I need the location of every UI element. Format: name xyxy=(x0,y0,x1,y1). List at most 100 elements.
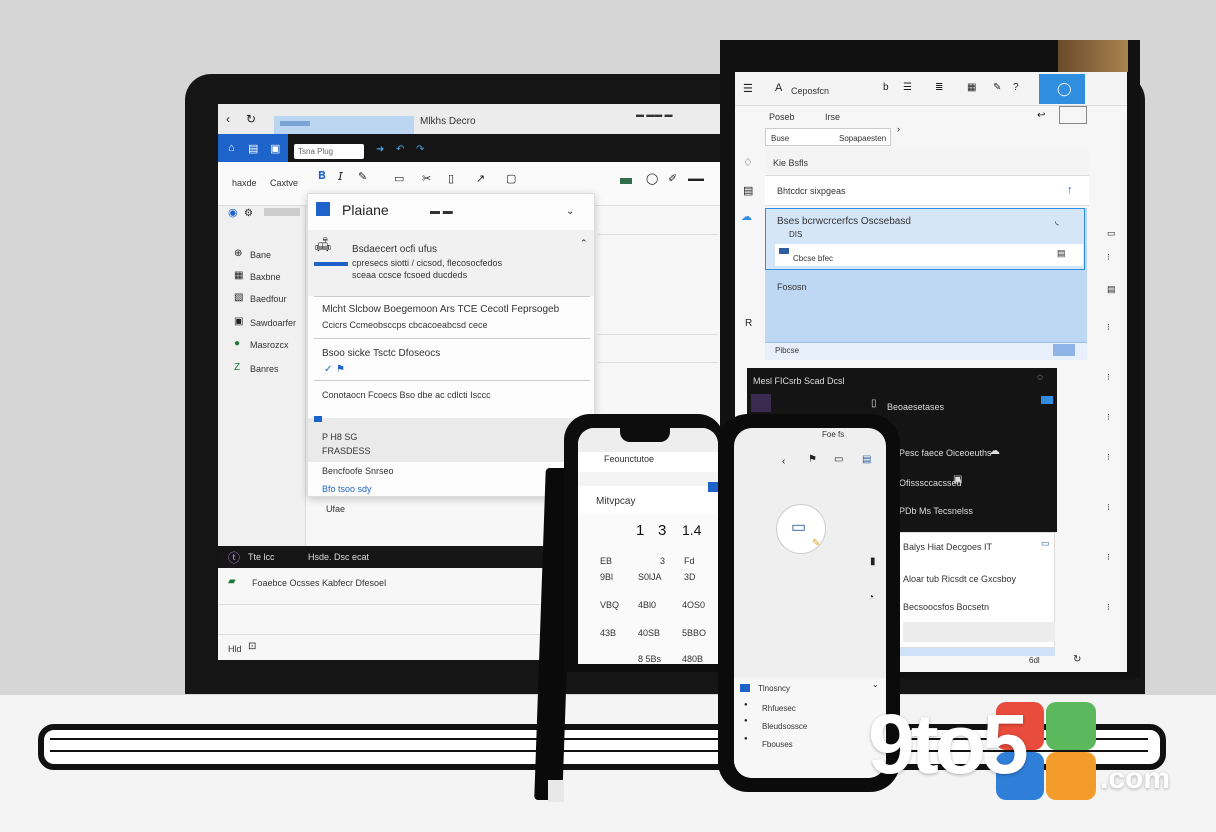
refresh-icon[interactable]: ↻ xyxy=(1073,654,1081,665)
tablet-footer-chip[interactable]: Pibcse xyxy=(775,346,799,355)
home-icon[interactable]: ⌂ xyxy=(228,142,235,154)
light-panel-row-2[interactable]: Aloar tub Ricsdt ce Gxcsboy xyxy=(903,574,1016,584)
doc-icon[interactable]: ▭ xyxy=(834,454,843,465)
box-icon[interactable]: ▢ xyxy=(506,172,516,185)
undo-icon[interactable]: ↶ xyxy=(396,144,404,155)
phone-menu-2[interactable]: Rhfuesec xyxy=(762,704,796,713)
side-icon-2[interactable]: ◔ xyxy=(868,592,874,603)
chevron-down-icon[interactable]: ⌄ xyxy=(872,680,879,689)
dialog-item-2-line1[interactable]: Mlcht Slcbow Boegemoon Ars TCE Cecotl Fe… xyxy=(322,304,559,315)
tablet-side-icon-2[interactable]: ▤ xyxy=(743,184,753,197)
dialog-footer-l1: P H8 SG xyxy=(322,432,358,442)
light-panel-row-1[interactable]: Balys Hiat Decgoes IT xyxy=(903,542,992,552)
brush-icon[interactable]: ✎ xyxy=(358,170,367,183)
right-icon-7[interactable]: ⁝ xyxy=(1107,452,1110,463)
cut-icon[interactable]: ✂ xyxy=(422,172,431,185)
left-tab-2[interactable]: Caxtve xyxy=(270,178,298,188)
close-icon[interactable]: ⌄ xyxy=(566,206,574,217)
bold-icon[interactable]: 𝐁 xyxy=(318,170,326,183)
tablet-tab-1[interactable]: Poseb xyxy=(769,112,795,122)
phone-menu-1[interactable]: Tlnosncy xyxy=(758,684,790,693)
sidebar-item-3[interactable]: Baedfour xyxy=(250,294,287,304)
tool-icon-5[interactable]: ✎ xyxy=(993,82,1001,93)
page-icon[interactable]: ▭ xyxy=(394,172,404,185)
save-icon[interactable]: ▣ xyxy=(270,142,280,155)
chevron-up-icon[interactable]: ⌃ xyxy=(580,238,588,249)
phone-left-edge-button[interactable] xyxy=(708,482,718,492)
tablet-subtab-1[interactable]: Buse xyxy=(771,134,789,143)
right-icon-2[interactable]: ⁝ xyxy=(1107,252,1110,263)
format-icon[interactable]: A xyxy=(775,82,782,94)
left-tab-1[interactable]: haxde xyxy=(232,178,257,188)
light-icon[interactable]: ▭ xyxy=(1041,538,1050,549)
circle-icon[interactable]: ◯ xyxy=(646,172,658,185)
footer-icon[interactable]: ⊡ xyxy=(248,641,256,652)
dark-panel-row-2[interactable]: Pesc faece Oiceoeuths xyxy=(899,448,992,458)
window-controls-text[interactable]: ▬ ▬▬ ▬ xyxy=(636,110,672,119)
dialog-footer-link[interactable]: Bfo tsoo sdy xyxy=(322,484,372,494)
dark-panel-row-1[interactable]: Beoaesetases xyxy=(887,402,944,412)
right-icon-4[interactable]: ⁝ xyxy=(1107,322,1110,333)
redo-icon[interactable]: ↷ xyxy=(416,144,424,155)
sidebar-item-2[interactable]: Baxbne xyxy=(250,272,281,282)
app-icon[interactable]: ⓣ xyxy=(228,549,240,566)
copy-icon[interactable]: ▯ xyxy=(448,172,454,185)
sidebar-item-1[interactable]: Bane xyxy=(250,250,271,260)
menu-icon[interactable]: ☰ xyxy=(743,82,753,95)
row-thumb-icon[interactable]: ▤ xyxy=(1057,248,1066,259)
arrow-ne-icon[interactable]: ↗ xyxy=(476,172,485,185)
tool-icon-2[interactable]: ☰ xyxy=(903,82,912,93)
tool-icon-4[interactable]: ▦ xyxy=(967,82,976,93)
dark-panel-row-4[interactable]: PDb Ms Tecsnelss xyxy=(899,506,973,516)
dialog-item-4-line1[interactable]: Conotaocn Fcoecs Bso dbe ac cdlcti Isccc xyxy=(322,390,491,400)
tool-icon-3[interactable]: ≣ xyxy=(935,82,943,93)
dark-panel-icon[interactable]: ◌ xyxy=(1037,372,1043,383)
dialog-item-3-line1[interactable]: Bsoo sicke Tsctc Dfoseocs xyxy=(322,348,440,359)
right-icon-3[interactable]: ▤ xyxy=(1107,284,1116,295)
right-icon-1[interactable]: ▭ xyxy=(1107,228,1116,239)
footer-toggle[interactable] xyxy=(1053,344,1075,356)
sidebar-star-icon[interactable]: ⚙ xyxy=(244,208,253,219)
sidebar-item-6[interactable]: Banres xyxy=(250,364,279,374)
green-swatch[interactable] xyxy=(620,178,632,184)
right-icon-8[interactable]: ⁝ xyxy=(1107,502,1110,513)
menu-icon[interactable]: ▤ xyxy=(862,454,871,465)
right-icon-10[interactable]: ⁝ xyxy=(1107,602,1110,613)
back-icon[interactable]: ‹ xyxy=(226,112,230,126)
back-icon[interactable]: ‹ xyxy=(782,456,785,467)
more-icon[interactable]: ▬▬ xyxy=(688,174,704,183)
sidebar-item-5[interactable]: Masrozcx xyxy=(250,340,289,350)
dark-toggle[interactable] xyxy=(1041,396,1053,404)
pen-icon[interactable]: ✐ xyxy=(668,172,677,185)
tool-icon-6[interactable]: ? xyxy=(1013,82,1019,93)
tab-title[interactable]: Mlkhs Decro xyxy=(420,116,476,127)
tool-icon-1[interactable]: b xyxy=(883,82,889,93)
file-icon[interactable]: ▤ xyxy=(248,142,258,155)
tablet-side-icon-1[interactable]: ♢ xyxy=(743,156,753,169)
sort-icon[interactable]: ↑ xyxy=(1067,184,1073,196)
tablet-side-icon-4[interactable]: R xyxy=(745,318,752,329)
refresh-icon[interactable]: ↻ xyxy=(246,112,256,126)
filter-icon[interactable]: › xyxy=(897,124,900,134)
tablet-view-toggle[interactable] xyxy=(1059,106,1087,124)
italic-icon[interactable]: 𝘐 xyxy=(338,170,343,183)
right-icon-6[interactable]: ⁝ xyxy=(1107,412,1110,423)
arrow-icon[interactable]: ➜ xyxy=(376,144,384,155)
phone-menu-3[interactable]: Bleudsossce xyxy=(762,722,807,731)
side-icon-1[interactable]: ▮ xyxy=(870,556,876,567)
phone-menu-4[interactable]: Fbouses xyxy=(762,740,793,749)
sidebar-user-icon[interactable]: ◉ xyxy=(228,206,238,219)
pencil-icon: ✎ xyxy=(812,538,821,549)
tablet-row-1[interactable] xyxy=(765,148,1089,176)
share-icon[interactable]: ↩ xyxy=(1037,110,1045,121)
light-panel-row-3[interactable]: Becsoocsfos Bocsetn xyxy=(903,602,989,612)
tablet-side-icon-3[interactable]: ☁ xyxy=(741,210,752,223)
pin-icon[interactable]: ⚑ xyxy=(808,454,817,465)
grid-cell: 3 xyxy=(658,522,667,539)
right-icon-9[interactable]: ⁝ xyxy=(1107,552,1110,563)
sidebar-item-4[interactable]: Sawdoarfer xyxy=(250,318,296,328)
right-icon-5[interactable]: ⁝ xyxy=(1107,372,1110,383)
tablet-row-3-icon[interactable]: ◟ xyxy=(1055,216,1059,227)
tablet-tab-2[interactable]: Irse xyxy=(825,112,840,122)
tablet-subtab-2[interactable]: Sopapaesten xyxy=(839,134,886,143)
